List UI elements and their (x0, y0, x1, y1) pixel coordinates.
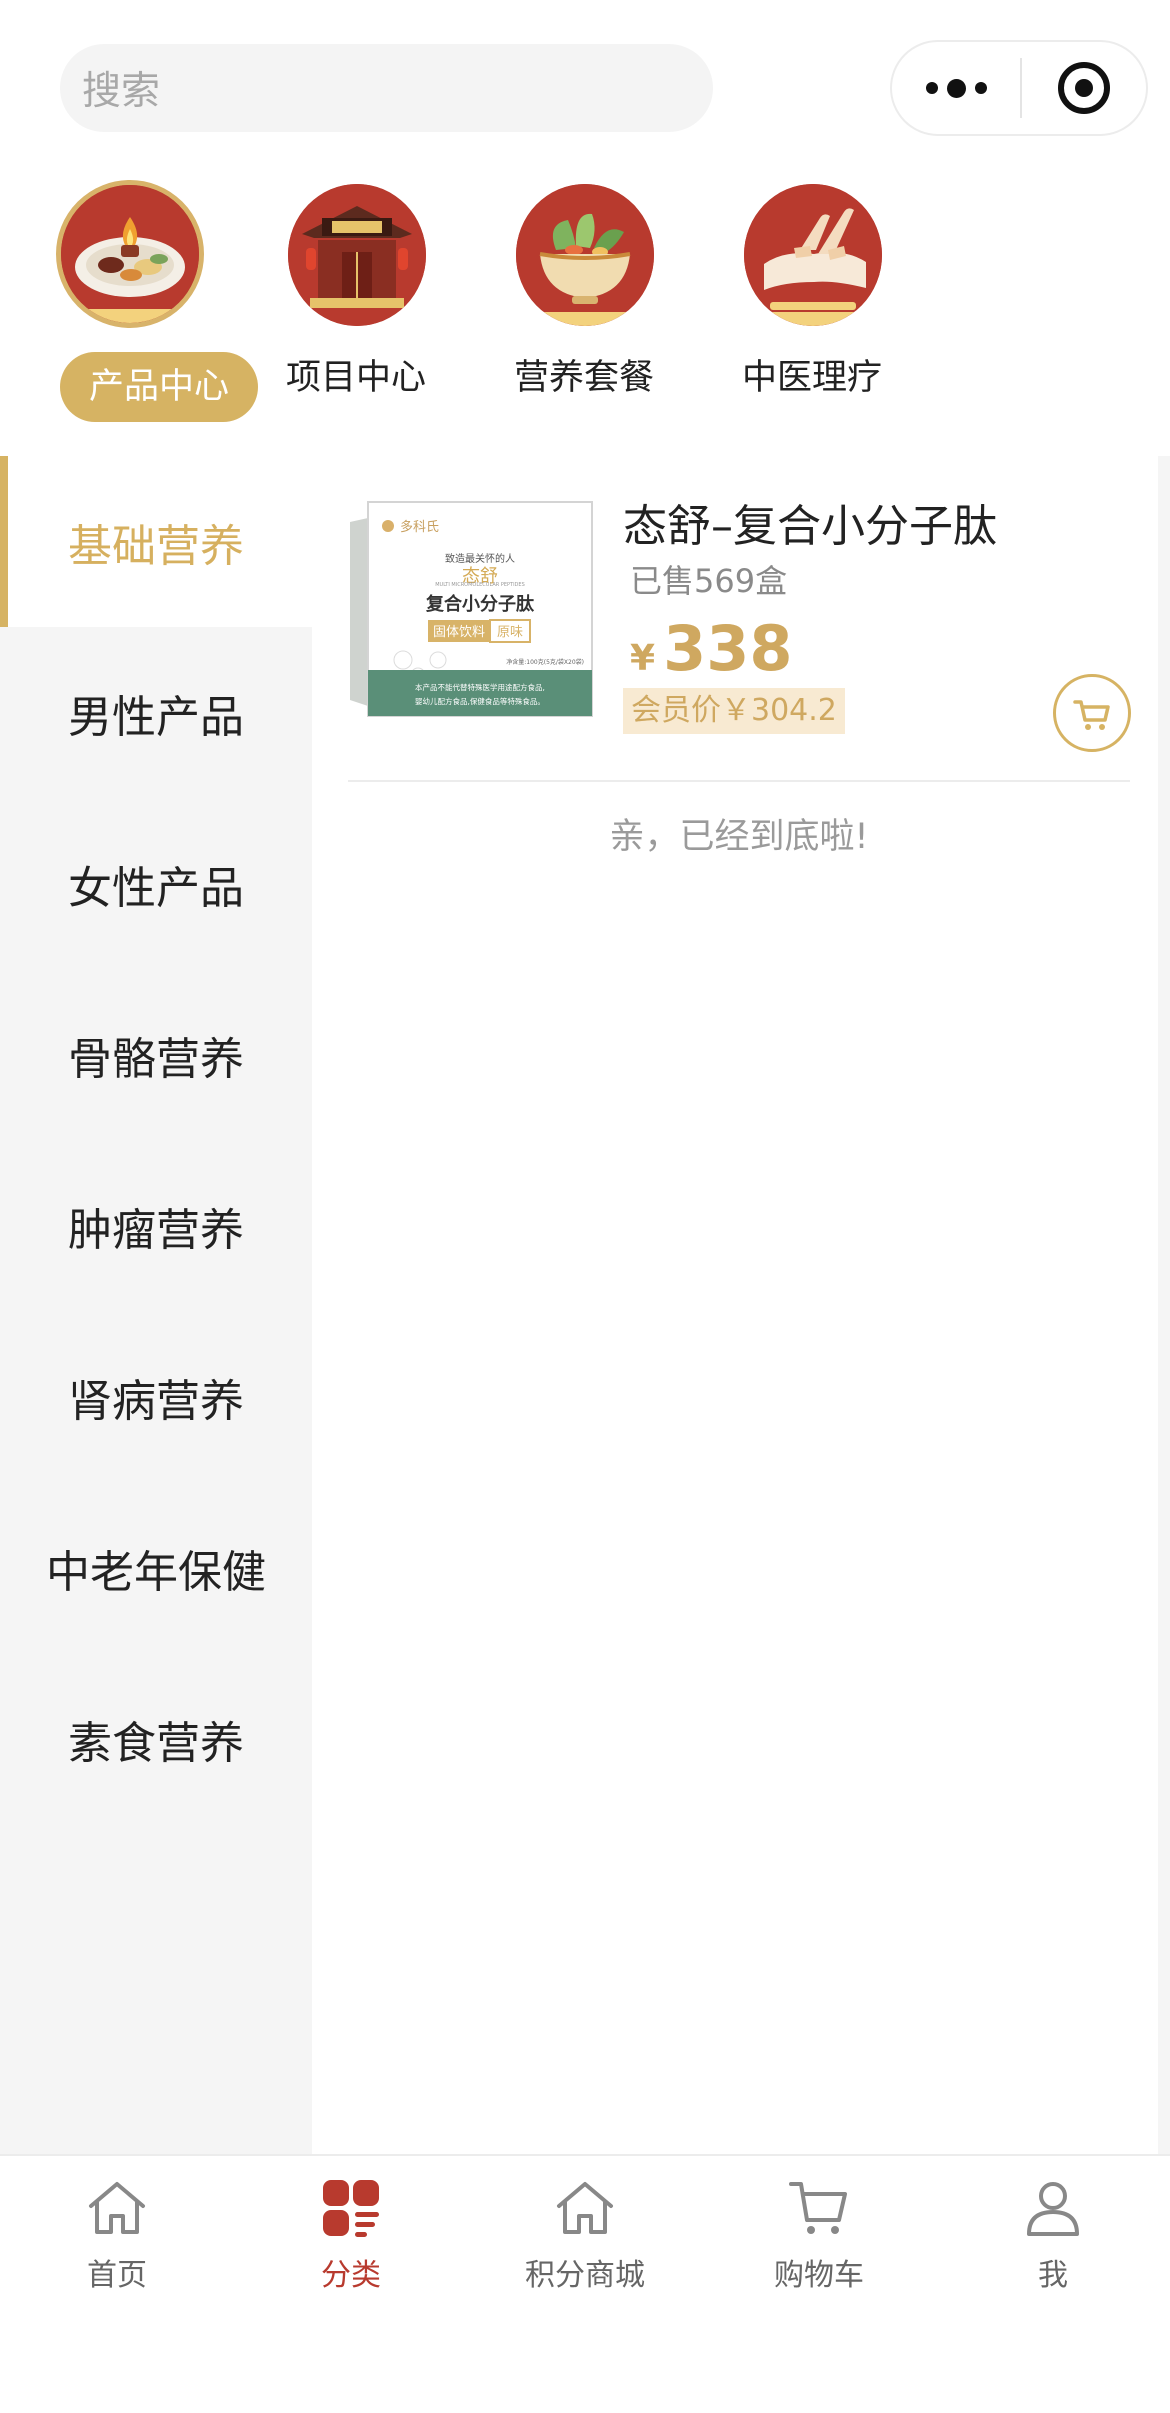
list-divider (348, 780, 1130, 782)
add-to-cart-button[interactable] (1053, 674, 1131, 752)
category-project-center[interactable]: 项目中心 (256, 184, 456, 424)
sidebar-item-label: 男性产品 (68, 691, 244, 743)
category-label: 产品中心 (60, 352, 258, 422)
package-tag-flavor: 原味 (497, 625, 523, 640)
target-circle-icon[interactable] (1022, 42, 1146, 134)
bottom-tab-bar: 首页 分类 积分商城 购物车 我 (0, 2154, 1170, 2413)
package-footer-line2: 婴幼儿配方食品,保健食品等特殊食品。 (415, 696, 545, 706)
category-icon (323, 2180, 379, 2237)
tab-points-mall[interactable]: 积分商城 (468, 2176, 702, 2296)
sidebar-item-label: 中老年保健 (46, 1546, 266, 1598)
more-dots-icon[interactable] (892, 42, 1020, 134)
food-plate-icon (56, 180, 204, 328)
category-tcm-therapy[interactable]: 中医理疗 (712, 184, 912, 424)
sidebar-nav: 基础营养 男性产品 女性产品 骨骼营养 肿瘤营养 肾病营养 中老年保健 素食营养 (0, 456, 312, 2156)
search-input[interactable]: 搜索 (60, 44, 713, 132)
product-price: ¥338 (630, 612, 792, 685)
package-net-weight: 净含量:100克(5克/袋X20袋) (506, 658, 584, 666)
clinic-building-icon (288, 184, 426, 326)
scroll-gutter (1158, 456, 1170, 2156)
category-label: 营养套餐 (513, 358, 654, 398)
cart-icon (1073, 700, 1110, 730)
sidebar-item-vegetarian[interactable]: 素食营养 (0, 1653, 312, 1824)
tab-category[interactable]: 分类 (234, 2176, 468, 2296)
sidebar-item-label: 肿瘤营养 (68, 1204, 244, 1256)
tab-home[interactable]: 首页 (0, 2176, 234, 2296)
sidebar-item-kidney[interactable]: 肾病营养 (0, 1311, 312, 1482)
price-currency: ¥ (630, 638, 656, 679)
product-image[interactable]: 多科氏 致造最关怀的人 态舒 MULTI MICROMOLECULAR PEPT… (348, 500, 594, 718)
sidebar-item-tumor[interactable]: 肿瘤营养 (0, 1140, 312, 1311)
tab-label: 首页 (87, 2258, 147, 2293)
sidebar-item-label: 女性产品 (68, 862, 244, 914)
sidebar-item-label: 基础营养 (68, 520, 244, 572)
price-value: 338 (663, 612, 793, 685)
cart-icon (789, 2182, 847, 2234)
package-tag-type: 固体饮料 (433, 625, 485, 640)
sidebar-item-label: 骨骼营养 (68, 1033, 244, 1085)
package-brand: 多科氏 (400, 519, 439, 535)
package-footer-line1: 本产品不能代替特殊医学用途配方食品, (415, 682, 545, 692)
user-icon (1027, 2182, 1079, 2236)
end-of-list-tip: 亲，已经到底啦! (609, 817, 869, 857)
vegetable-bowl-icon (516, 184, 654, 326)
sidebar-item-label: 素食营养 (68, 1717, 244, 1769)
tab-me[interactable]: 我 (936, 2176, 1170, 2296)
category-label: 项目中心 (285, 358, 426, 398)
product-title[interactable]: 态舒–复合小分子肽 (623, 490, 997, 554)
package-subtitle-en: MULTI MICROMOLECULAR PEPTIDES (435, 582, 525, 588)
sidebar-item-men[interactable]: 男性产品 (0, 627, 312, 798)
miniprogram-capsule (890, 40, 1148, 136)
category-product-center[interactable]: 产品中心 (30, 180, 258, 424)
sidebar-item-women[interactable]: 女性产品 (0, 798, 312, 969)
tab-label: 分类 (321, 2258, 381, 2293)
package-product-name: 复合小分子肽 (425, 593, 535, 615)
member-price-badge: 会员价￥304.2 (623, 688, 845, 734)
category-nutrition-package[interactable]: 营养套餐 (484, 184, 684, 424)
sidebar-item-basic-nutrition[interactable]: 基础营养 (0, 456, 312, 627)
points-mall-icon (557, 2182, 613, 2234)
tab-cart[interactable]: 购物车 (702, 2176, 936, 2296)
massage-icon (744, 184, 882, 326)
product-sold-count: 已售569盒 (630, 562, 788, 600)
home-icon (89, 2182, 145, 2234)
category-label: 中医理疗 (741, 358, 882, 398)
package-tagline: 致造最关怀的人 (445, 552, 515, 565)
tab-label: 我 (1038, 2258, 1068, 2293)
sidebar-item-elderly[interactable]: 中老年保健 (0, 1482, 312, 1653)
sidebar-item-label: 肾病营养 (68, 1375, 244, 1427)
tab-label: 购物车 (774, 2258, 864, 2293)
search-placeholder: 搜索 (82, 69, 161, 114)
sidebar-item-bone[interactable]: 骨骼营养 (0, 969, 312, 1140)
tab-label: 积分商城 (525, 2258, 645, 2293)
